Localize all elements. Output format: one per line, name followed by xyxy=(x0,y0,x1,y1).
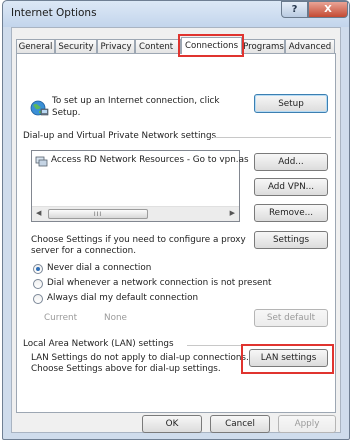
radio-always-dial[interactable] xyxy=(33,294,43,304)
remove-button[interactable]: Remove... xyxy=(254,204,328,222)
scroll-left-icon[interactable]: ◀ xyxy=(36,209,41,217)
lan-group-label: Local Area Network (LAN) settings xyxy=(23,339,174,349)
tab-general[interactable]: General xyxy=(16,39,55,53)
ok-button[interactable]: OK xyxy=(142,415,202,433)
tab-advanced[interactable]: Advanced xyxy=(285,39,335,53)
setup-text-line2: Setup. xyxy=(52,108,81,118)
setup-button[interactable]: Setup xyxy=(254,94,328,113)
connections-panel: To set up an Internet connection, click … xyxy=(16,53,336,413)
help-button[interactable]: ? xyxy=(281,1,308,18)
apply-button[interactable]: Apply xyxy=(278,415,336,433)
list-horizontal-scrollbar[interactable]: ◀ III ▶ xyxy=(32,206,239,221)
dialup-group-label: Dial-up and Virtual Private Network sett… xyxy=(23,131,217,141)
cancel-button[interactable]: Cancel xyxy=(210,415,270,433)
tab-privacy[interactable]: Privacy xyxy=(97,39,135,53)
add-vpn-button[interactable]: Add VPN... xyxy=(254,178,328,196)
settings-button[interactable]: Settings xyxy=(254,231,328,249)
settings-text-line2: server for a connection. xyxy=(31,246,136,256)
dialog-client-area: General Security Privacy Content Connect… xyxy=(11,27,341,433)
radio-always-dial-label[interactable]: Always dial my default connection xyxy=(47,293,198,303)
radio-dial-when-no-network[interactable] xyxy=(33,279,43,289)
globe-icon xyxy=(30,100,49,116)
close-icon: X xyxy=(324,4,332,15)
scroll-grip: III xyxy=(93,210,103,218)
current-value: None xyxy=(104,313,127,323)
radio-dial-when-no-network-label[interactable]: Dial whenever a network connection is no… xyxy=(47,278,272,288)
current-label: Current xyxy=(44,313,78,323)
scroll-right-icon[interactable]: ▶ xyxy=(230,209,235,217)
network-connection-icon xyxy=(35,156,48,167)
radio-never-dial-label[interactable]: Never dial a connection xyxy=(47,263,151,273)
window-title: Internet Options xyxy=(11,7,97,19)
list-item-label: Access RD Network Resources - Go to vpn.… xyxy=(51,155,249,165)
tab-content[interactable]: Content xyxy=(135,39,181,53)
lan-text-line2: Choose Settings above for dial-up settin… xyxy=(31,364,221,374)
help-icon: ? xyxy=(291,4,298,15)
tab-programs[interactable]: Programs xyxy=(242,39,285,53)
close-button[interactable]: X xyxy=(308,1,348,18)
connections-list[interactable]: Access RD Network Resources - Go to vpn.… xyxy=(31,150,249,222)
scroll-thumb[interactable]: III xyxy=(48,209,148,219)
lan-settings-highlight xyxy=(241,344,334,374)
title-bar[interactable]: Internet Options ? X xyxy=(3,1,349,27)
radio-never-dial[interactable] xyxy=(33,264,43,274)
tab-security[interactable]: Security xyxy=(55,39,97,53)
dialup-group-divider xyxy=(213,137,331,138)
connections-tab-highlight xyxy=(178,34,244,57)
list-item[interactable]: Access RD Network Resources - Go to vpn.… xyxy=(32,152,249,169)
internet-options-window: Internet Options ? X General Security Pr… xyxy=(2,0,350,440)
lan-text-line1: LAN Settings do not apply to dial-up con… xyxy=(31,353,249,363)
add-button[interactable]: Add... xyxy=(254,153,328,171)
set-default-button[interactable]: Set default xyxy=(254,309,328,327)
settings-text-line1: Choose Settings if you need to configure… xyxy=(31,235,246,245)
setup-text-line1: To set up an Internet connection, click xyxy=(52,96,220,106)
